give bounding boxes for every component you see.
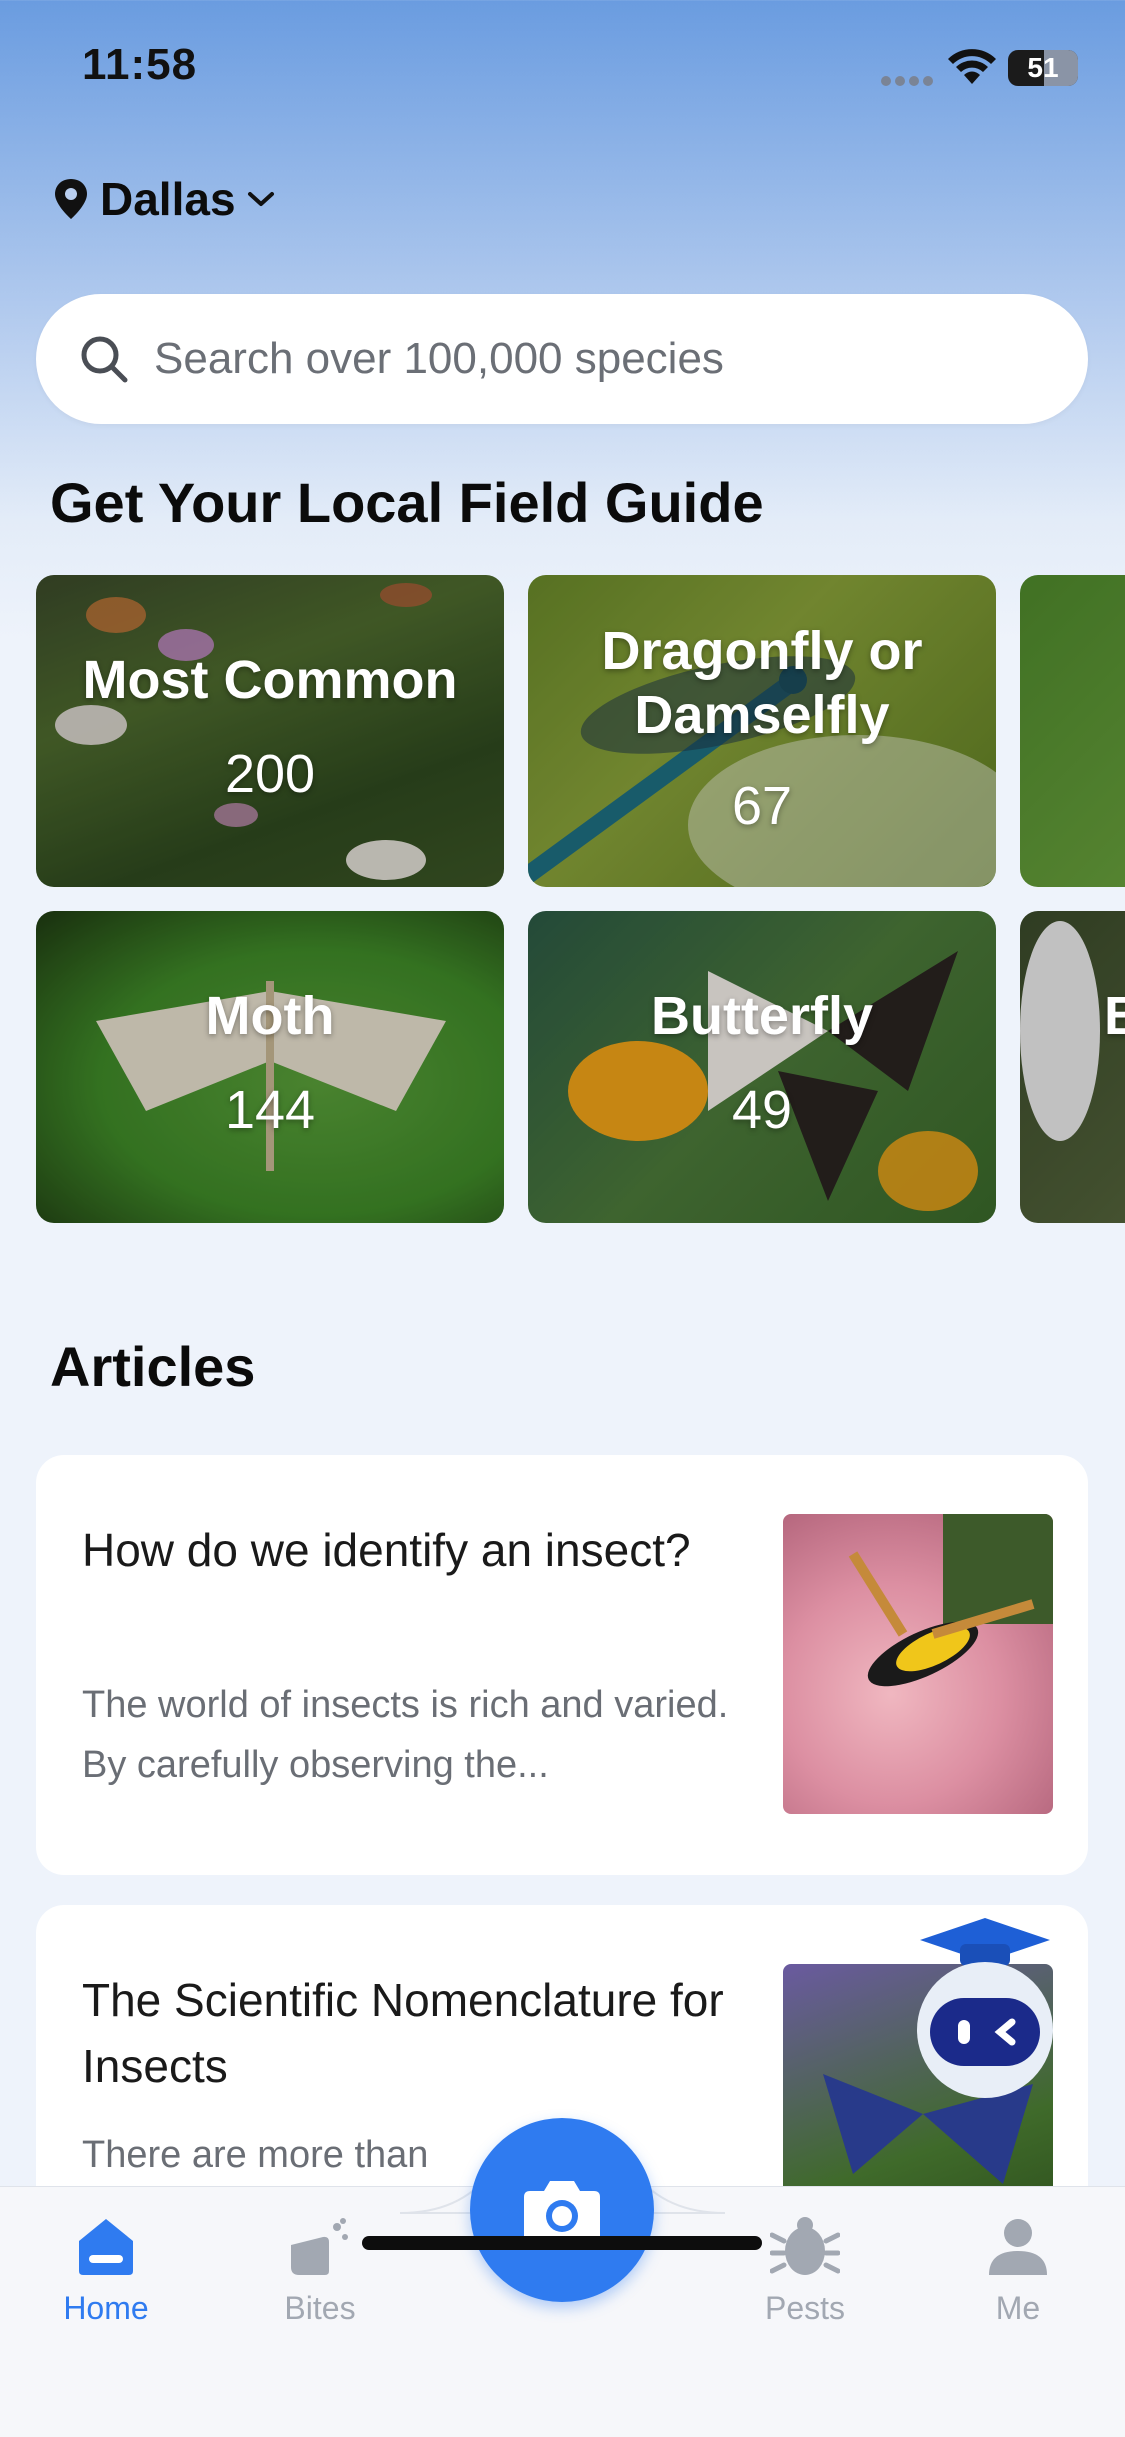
guide-card-count: 144	[224, 1080, 316, 1140]
article-description: The world of insects is rich and varied.…	[82, 1684, 729, 1786]
camera-icon	[524, 2181, 600, 2243]
guide-card-count: 49	[731, 1080, 793, 1140]
article-title: The Scientific Nomenclature for Insects	[82, 1974, 724, 2092]
guide-card-partial[interactable]	[1020, 575, 1125, 887]
status-bar: 11:58 51	[0, 0, 1125, 140]
search-placeholder: Search over 100,000 species	[154, 334, 724, 383]
guide-card-count: 200	[224, 744, 316, 804]
hand-icon	[291, 2218, 348, 2275]
tab-me[interactable]: Me	[938, 2215, 1098, 2327]
tab-home[interactable]: Home	[26, 2215, 186, 2327]
home-indicator[interactable]	[362, 2236, 762, 2250]
guide-card-title: Butterfly	[650, 986, 873, 1046]
articles-heading: Articles	[50, 1335, 256, 1398]
guide-card-title: Dragonfly or Damselfly	[601, 621, 923, 745]
location-pin-icon	[55, 179, 87, 219]
home-icon	[79, 2219, 133, 2275]
search-icon	[81, 336, 128, 383]
cellular-signal-icon	[881, 76, 933, 86]
tab-bites[interactable]: Bites	[240, 2215, 400, 2327]
tab-pests[interactable]: Pests	[725, 2215, 885, 2327]
guide-card-title: B	[1104, 986, 1125, 1046]
person-icon	[989, 2219, 1047, 2275]
tab-label: Home	[63, 2290, 149, 2326]
guide-card-moth[interactable]: Moth 144	[36, 911, 504, 1223]
tab-label: Pests	[764, 2290, 846, 2326]
battery-percent: 51	[1027, 52, 1059, 83]
guide-card-dragonfly[interactable]: Dragonfly or Damselfly 67	[528, 575, 996, 887]
field-guide-carousel[interactable]: Most Common 200 Dragonfly or Damselfly 6…	[36, 575, 1125, 1225]
camera-button[interactable]	[470, 2118, 654, 2302]
location-selector[interactable]: Dallas	[52, 172, 276, 226]
guide-card-title: Moth	[205, 986, 335, 1046]
robot-mascot-icon	[917, 1918, 1053, 2098]
article-title: How do we identify an insect?	[82, 1524, 691, 1576]
bug-icon	[769, 2217, 841, 2275]
guide-card-count: 67	[731, 776, 793, 836]
status-time: 11:58	[82, 40, 198, 89]
chevron-down-icon	[247, 192, 274, 206]
wasp-image	[783, 1514, 1053, 1814]
search-bar[interactable]: Search over 100,000 species	[36, 294, 1088, 424]
guide-card-title: Most Common	[82, 650, 458, 710]
battery-icon: 51	[1008, 50, 1078, 86]
wifi-icon	[948, 49, 996, 84]
article-card[interactable]: How do we identify an insect? The world …	[36, 1455, 1088, 1875]
guide-card-butterfly[interactable]: Butterfly 49	[528, 911, 996, 1223]
wasp-illustration	[848, 1514, 1053, 1687]
guide-card-partial-b[interactable]: B	[1020, 911, 1125, 1223]
tab-label: Me	[995, 2290, 1041, 2326]
guide-card-most-common[interactable]: Most Common 200	[36, 575, 504, 887]
location-name: Dallas	[100, 173, 236, 225]
tab-label: Bites	[284, 2290, 356, 2326]
field-guide-heading: Get Your Local Field Guide	[50, 471, 764, 534]
